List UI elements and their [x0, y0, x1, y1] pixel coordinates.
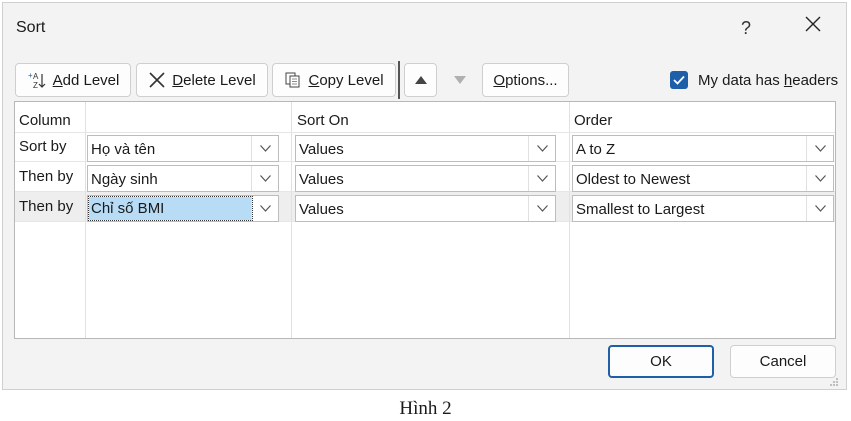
row-label: Sort by — [19, 138, 67, 155]
sort-on-header: Sort On — [297, 112, 349, 129]
dropdown-button[interactable] — [251, 166, 278, 191]
toolbar: + A Z Add Level Delete Level Copy Level — [3, 59, 846, 99]
column-select[interactable]: Chỉ số BMI — [87, 195, 279, 222]
headers-checkbox-label: My data has headers — [698, 71, 839, 89]
chevron-down-icon — [536, 205, 548, 212]
svg-text:Z: Z — [33, 81, 38, 90]
add-level-accesskey: A — [52, 71, 63, 89]
column-select[interactable]: Ngày sinh — [87, 165, 279, 192]
sort-on-select[interactable]: Values — [295, 135, 556, 162]
copy-icon — [285, 72, 300, 88]
column-select[interactable]: Họ và tên — [87, 135, 279, 162]
toolbar-separator — [398, 61, 400, 99]
dropdown-button[interactable] — [806, 136, 833, 161]
dropdown-button[interactable] — [806, 166, 833, 191]
delete-level-label: elete Level — [183, 71, 256, 89]
figure-caption: Hình 2 — [399, 398, 452, 419]
chevron-down-icon — [259, 175, 271, 182]
grid-divider — [569, 102, 570, 338]
close-icon — [805, 16, 821, 32]
order-select[interactable]: Smallest to Largest — [572, 195, 834, 222]
copy-level-label: opy Level — [319, 71, 384, 89]
options-accesskey: O — [493, 71, 506, 89]
dropdown-button[interactable] — [251, 196, 278, 221]
ok-button[interactable]: OK — [608, 345, 714, 378]
sort-on-select[interactable]: Values — [295, 195, 556, 222]
chevron-down-icon — [814, 145, 826, 152]
dropdown-button[interactable] — [806, 196, 833, 221]
row-label: Then by — [19, 168, 74, 185]
delete-level-accesskey: D — [172, 71, 184, 89]
dropdown-button[interactable] — [528, 136, 555, 161]
grid-divider — [291, 102, 292, 338]
delete-level-button[interactable]: Delete Level — [136, 63, 268, 97]
sort-on-select[interactable]: Values — [295, 165, 556, 192]
close-button[interactable] — [793, 11, 833, 45]
dialog-title: Sort — [16, 19, 46, 36]
delete-icon — [149, 72, 165, 88]
dropdown-button[interactable] — [528, 166, 555, 191]
sort-levels-grid: Column Sort On Order Sort by Họ và tên V… — [14, 101, 836, 339]
headers-checkbox[interactable] — [670, 71, 688, 89]
help-button[interactable]: ? — [731, 11, 761, 45]
dropdown-button[interactable] — [528, 196, 555, 221]
checkmark-icon — [673, 75, 685, 85]
chevron-down-icon — [814, 175, 826, 182]
row-label: Then by — [19, 198, 74, 215]
chevron-down-icon — [259, 205, 271, 212]
options-label: ptions... — [505, 71, 558, 89]
add-level-label: dd Level — [62, 71, 120, 89]
order-select[interactable]: A to Z — [572, 135, 834, 162]
sort-dialog: Sort ? + A Z Add Level Delete Level Copy… — [2, 2, 847, 390]
chevron-down-icon — [536, 145, 548, 152]
add-level-button[interactable]: + A Z Add Level — [15, 63, 131, 97]
add-level-icon: + A Z — [28, 71, 46, 90]
order-select[interactable]: Oldest to Newest — [572, 165, 834, 192]
cancel-button[interactable]: Cancel — [730, 345, 836, 378]
headers-accesskey: h — [783, 71, 793, 89]
options-button[interactable]: Options... — [482, 63, 569, 97]
chevron-down-icon — [259, 145, 271, 152]
move-down-button[interactable] — [443, 63, 476, 97]
move-up-button[interactable] — [404, 63, 437, 97]
dropdown-button[interactable] — [251, 136, 278, 161]
chevron-down-icon — [536, 175, 548, 182]
title-bar: Sort ? — [3, 3, 846, 53]
chevron-down-icon — [814, 205, 826, 212]
arrow-up-icon — [414, 76, 427, 84]
column-header: Column — [19, 112, 71, 129]
grid-divider — [15, 132, 835, 133]
copy-level-accesskey: C — [308, 71, 320, 89]
arrow-down-icon — [453, 76, 466, 84]
grid-divider — [85, 102, 86, 338]
my-data-has-headers-toggle[interactable]: My data has headers — [670, 71, 838, 89]
svg-text:A: A — [33, 72, 39, 81]
copy-level-button[interactable]: Copy Level — [272, 63, 396, 97]
resize-grip-icon[interactable] — [829, 377, 839, 387]
order-header: Order — [574, 112, 613, 129]
